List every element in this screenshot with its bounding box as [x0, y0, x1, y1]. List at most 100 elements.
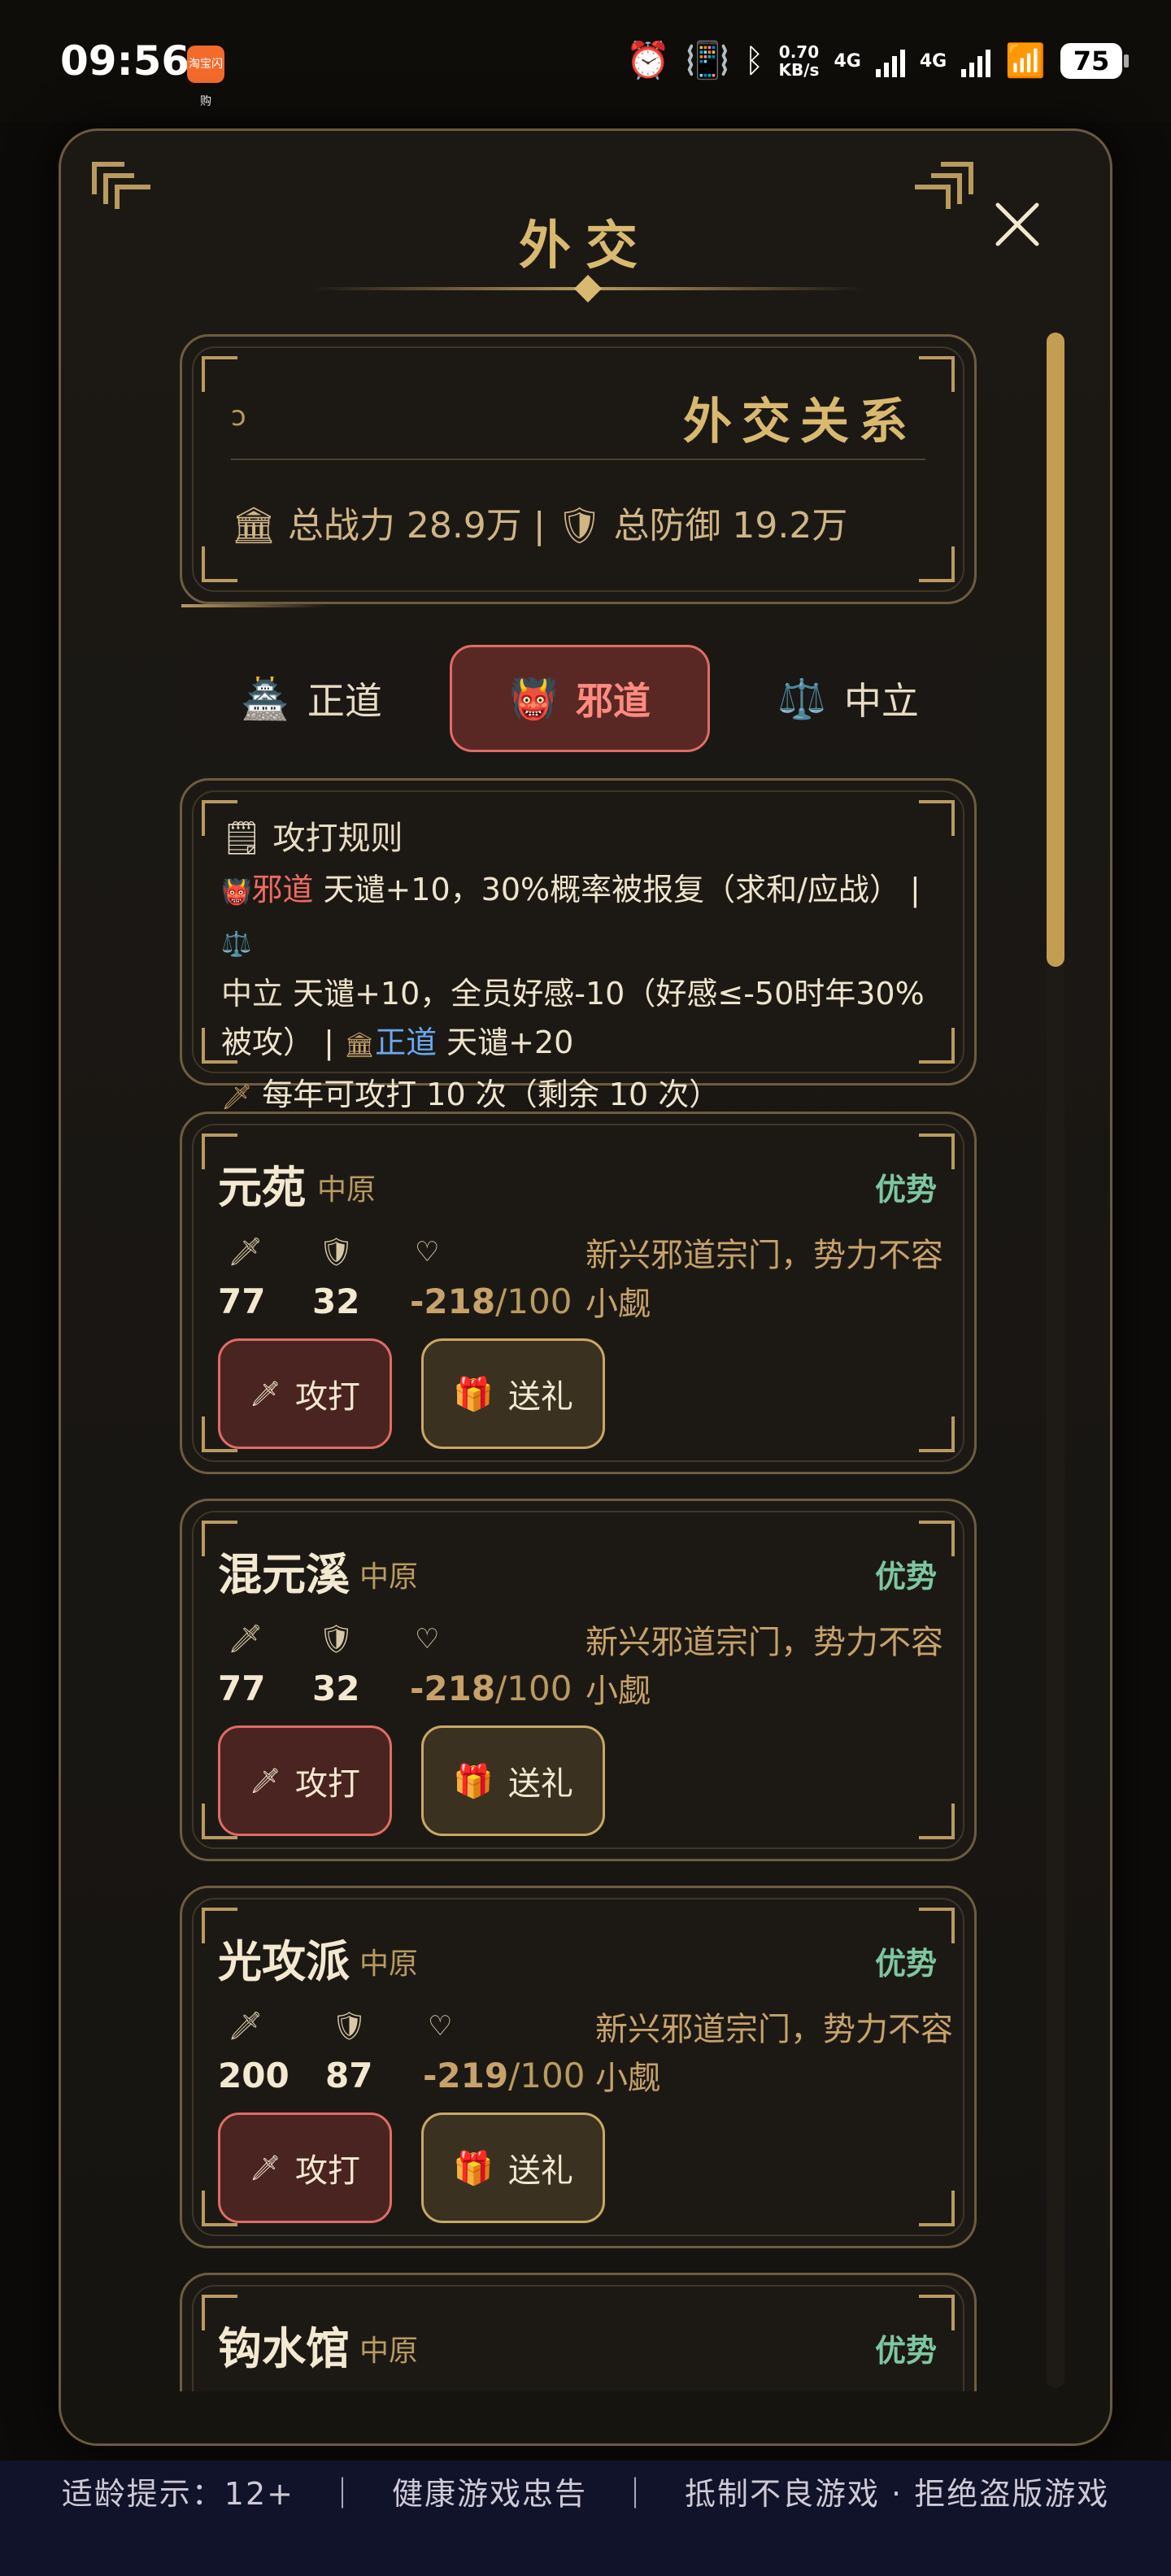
gift-icon: 🎁 [453, 1762, 494, 1800]
sect-card: 光攻派 中原 优势 🗡 🛡 ♡ 200 87 -219/100 新兴邪道宗门，势… [180, 1886, 977, 2248]
tab-evil[interactable]: 👹 邪道 [450, 645, 710, 752]
rule-neutral-label: 中立 [221, 976, 284, 1012]
divider [231, 459, 925, 460]
attack-label: 攻打 [295, 1378, 361, 1416]
favor-value: -218 [410, 1281, 496, 1321]
status-bar: 09:56 淘宝闪购 ⏰ 📳 ᛒ 0.70 KB/s 4G 4G 📶 75 [0, 0, 1171, 122]
tab-neutral[interactable]: ⚖️ 中立 [718, 645, 978, 752]
gift-icon: 🎁 [453, 2149, 494, 2187]
status-time: 09:56 [60, 37, 190, 85]
shield-icon: 🛡 [319, 1623, 355, 1656]
scrollbar-thumb[interactable] [1047, 333, 1064, 967]
shield-icon: 🛡 [332, 2010, 368, 2043]
sect-card: 元苑 中原 优势 🗡 🛡 ♡ 77 32 -218/100 新兴邪道宗门，势力不… [180, 1112, 977, 1474]
wifi-icon: 📶 [1005, 42, 1046, 80]
sect-name: 钩水馆 [218, 2323, 350, 2374]
diamond-icon [574, 275, 602, 302]
rules-title: 🗒 攻打规则 [221, 812, 403, 859]
favor-max: /100 [495, 1669, 572, 1708]
rule-limit-text: 每年可攻打 10 次（剩余 10 次） [262, 1077, 720, 1112]
close-icon [995, 202, 1039, 246]
sect-description: 新兴邪道宗门，势力不容小觑 [586, 1237, 943, 1323]
rules-title-text: 攻打规则 [272, 820, 403, 857]
network-speed-value: 0.70 [778, 42, 820, 62]
tab-righteous[interactable]: 🏯 正道 [181, 645, 442, 752]
favor-value: -219 [423, 2056, 509, 2095]
gift-button[interactable]: 🎁 送礼 [421, 2113, 605, 2223]
attack-button[interactable]: 🗡 攻打 [218, 2113, 392, 2223]
sect-defense: 32 [312, 1669, 360, 1708]
sword-icon: 🗡 [249, 1766, 281, 1795]
demon-icon: 👹 [509, 676, 558, 722]
sect-attack: 77 [218, 1281, 266, 1321]
sect-region: 中原 [359, 1560, 419, 1594]
relations-title: 外交关系 [683, 394, 917, 450]
demon-icon: 👹 [221, 878, 252, 907]
underline-divider [181, 604, 328, 607]
scroll-icon: 🗒 [221, 820, 263, 857]
tab-label: 邪道 [575, 679, 651, 723]
sect-attack: 77 [218, 1669, 266, 1708]
vibrate-icon: 📳 [685, 40, 730, 81]
tab-label: 正道 [307, 679, 382, 723]
sword-icon: 🗡 [228, 2010, 263, 2043]
attack-button[interactable]: 🗡 攻打 [218, 1725, 392, 1836]
signal-icon [875, 45, 905, 77]
dialog-title: 外交 [519, 215, 652, 276]
sect-favor: -218/100 [410, 1669, 572, 1708]
sect-status: 优势 [874, 1946, 937, 1982]
list-bottom-mask [61, 2391, 1110, 2443]
gift-button[interactable]: 🎁 送礼 [421, 1725, 605, 1836]
gift-label: 送礼 [507, 1378, 573, 1416]
temple-icon: 🏛 [343, 1031, 376, 1060]
sect-card: 混元溪 中原 优势 🗡 🛡 ♡ 77 32 -218/100 新兴邪道宗门，势力… [180, 1499, 977, 1861]
gift-label: 送礼 [507, 1765, 573, 1803]
favor-max: /100 [495, 1281, 572, 1321]
gift-button[interactable]: 🎁 送礼 [421, 1338, 605, 1449]
shield-icon: 🛡 [319, 1236, 355, 1268]
sword-icon: 🗡 [249, 2153, 281, 2182]
sect-defense: 32 [312, 1281, 360, 1321]
scales-icon: ⚖️ [777, 676, 826, 722]
sect-region: 中原 [317, 1173, 377, 1207]
sect-defense: 87 [325, 2056, 373, 2095]
attack-label: 攻打 [295, 1765, 361, 1803]
rule-evil-text: 天谴+10，30%概率被报复（求和/应战） | [313, 872, 921, 907]
signal-icon-2 [961, 45, 991, 77]
sect-region: 中原 [359, 1947, 419, 1981]
sect-region: 中原 [359, 2334, 419, 2368]
relations-summary-panel: ↄ 外交关系 🏛 总战力 28.9万 | 🛡 总防御 19.2万 [180, 334, 977, 604]
attack-rules-panel: 🗒 攻打规则 👹邪道 天谴+10，30%概率被报复（求和/应战） | ⚖️ 中立… [180, 778, 977, 1112]
attack-label: 攻打 [295, 2152, 361, 2190]
app-notification-icon: 淘宝闪购 [187, 46, 224, 108]
castle-icon: 🏯 [241, 676, 289, 722]
age-rating-footer: 适龄提示：12+ ｜ 健康游戏忠告 ｜ 抵制不良游戏 · 拒绝盗版游戏 [0, 2461, 1171, 2576]
battery-icon: 75 [1060, 43, 1129, 79]
rule-evil-label: 邪道 [251, 872, 314, 907]
sect-name: 元苑 [218, 1162, 306, 1213]
network-speed-unit: KB/s [778, 60, 820, 80]
sect-name: 混元溪 [218, 1549, 350, 1600]
rule-righteous-text: 天谴+20 [437, 1025, 574, 1060]
scales-icon: ⚖️ [221, 930, 252, 959]
sect-name: 光攻派 [218, 1936, 350, 1987]
network-speed: 0.70 KB/s [778, 43, 819, 79]
total-power-stats: 🏛 总战力 28.9万 | 🛡 总防御 19.2万 [231, 505, 848, 546]
sect-status: 优势 [874, 2333, 937, 2369]
sect-favor: -219/100 [423, 2056, 585, 2095]
bluetooth-icon: ᛒ [744, 42, 764, 80]
gift-label: 送礼 [507, 2152, 573, 2190]
close-button[interactable] [985, 194, 1050, 259]
network-type-2: 4G [919, 50, 947, 72]
network-type-1: 4G [834, 50, 861, 72]
sect-description: 新兴邪道宗门，势力不容小觑 [586, 1624, 943, 1710]
sect-favor: -218/100 [410, 1281, 572, 1321]
tab-label: 中立 [843, 679, 919, 723]
heart-icon: ♡ [415, 1236, 440, 1268]
diplomacy-dialog: 外交 ↄ 外交关系 🏛 总战力 28.9万 | 🛡 总防御 19.2万 🏯 正道… [59, 128, 1112, 2446]
attack-button[interactable]: 🗡 攻打 [218, 1338, 392, 1449]
handshake-icon: ↄ [231, 400, 246, 433]
favor-max: /100 [508, 2056, 586, 2095]
sect-description: 新兴邪道宗门，势力不容小觑 [595, 2011, 953, 2097]
sword-icon: 🗡 [221, 1083, 253, 1112]
